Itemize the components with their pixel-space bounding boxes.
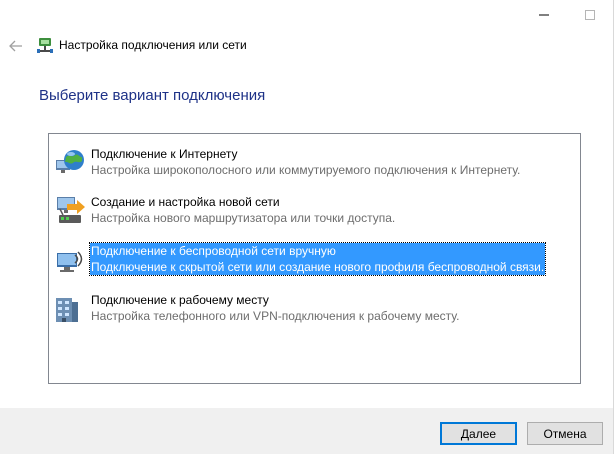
option-text: Подключение к беспроводной сети вручную … — [88, 242, 547, 276]
workplace-building-icon — [53, 292, 87, 326]
connection-options-list: Подключение к Интернету Настройка широко… — [48, 133, 581, 384]
option-manual-wireless[interactable]: Подключение к беспроводной сети вручную … — [53, 242, 573, 277]
minimize-icon — [539, 14, 549, 16]
network-setup-icon — [36, 36, 54, 54]
option-description: Настройка широкополосного или коммутируе… — [91, 163, 521, 177]
dialog-footer: Далее Отмена — [0, 408, 613, 454]
wireless-computer-icon — [53, 243, 87, 277]
option-description: Подключение к скрытой сети или создание … — [90, 259, 546, 275]
cancel-button[interactable]: Отмена — [527, 422, 603, 445]
header: Настройка подключения или сети — [0, 34, 613, 58]
back-button[interactable] — [7, 37, 25, 55]
option-new-network[interactable]: Создание и настройка новой сети Настройк… — [53, 194, 573, 228]
option-text: Создание и настройка новой сети Настройк… — [90, 194, 396, 226]
page-heading: Выберите вариант подключения — [39, 87, 266, 104]
dialog-window: Настройка подключения или сети Выберите … — [0, 0, 614, 454]
window-title: Настройка подключения или сети — [59, 38, 247, 52]
option-internet-connection[interactable]: Подключение к Интернету Настройка широко… — [53, 146, 573, 180]
back-arrow-icon — [9, 40, 22, 52]
option-title: Подключение к беспроводной сети вручную — [90, 243, 546, 259]
option-text: Подключение к Интернету Настройка широко… — [90, 146, 521, 178]
maximize-button — [567, 0, 613, 30]
option-description: Настройка телефонного или VPN-подключени… — [91, 309, 460, 323]
option-description: Настройка нового маршрутизатора или точк… — [91, 211, 396, 225]
option-title: Подключение к Интернету — [91, 147, 238, 161]
window-controls — [521, 0, 613, 30]
router-setup-icon — [53, 194, 87, 228]
option-title: Создание и настройка новой сети — [91, 195, 280, 209]
maximize-icon — [585, 10, 595, 20]
option-title: Подключение к рабочему месту — [91, 293, 269, 307]
next-button[interactable]: Далее — [440, 422, 517, 445]
option-text: Подключение к рабочему месту Настройка т… — [90, 292, 460, 324]
minimize-button[interactable] — [521, 0, 567, 30]
globe-network-icon — [53, 146, 87, 180]
option-workplace[interactable]: Подключение к рабочему месту Настройка т… — [53, 292, 573, 326]
